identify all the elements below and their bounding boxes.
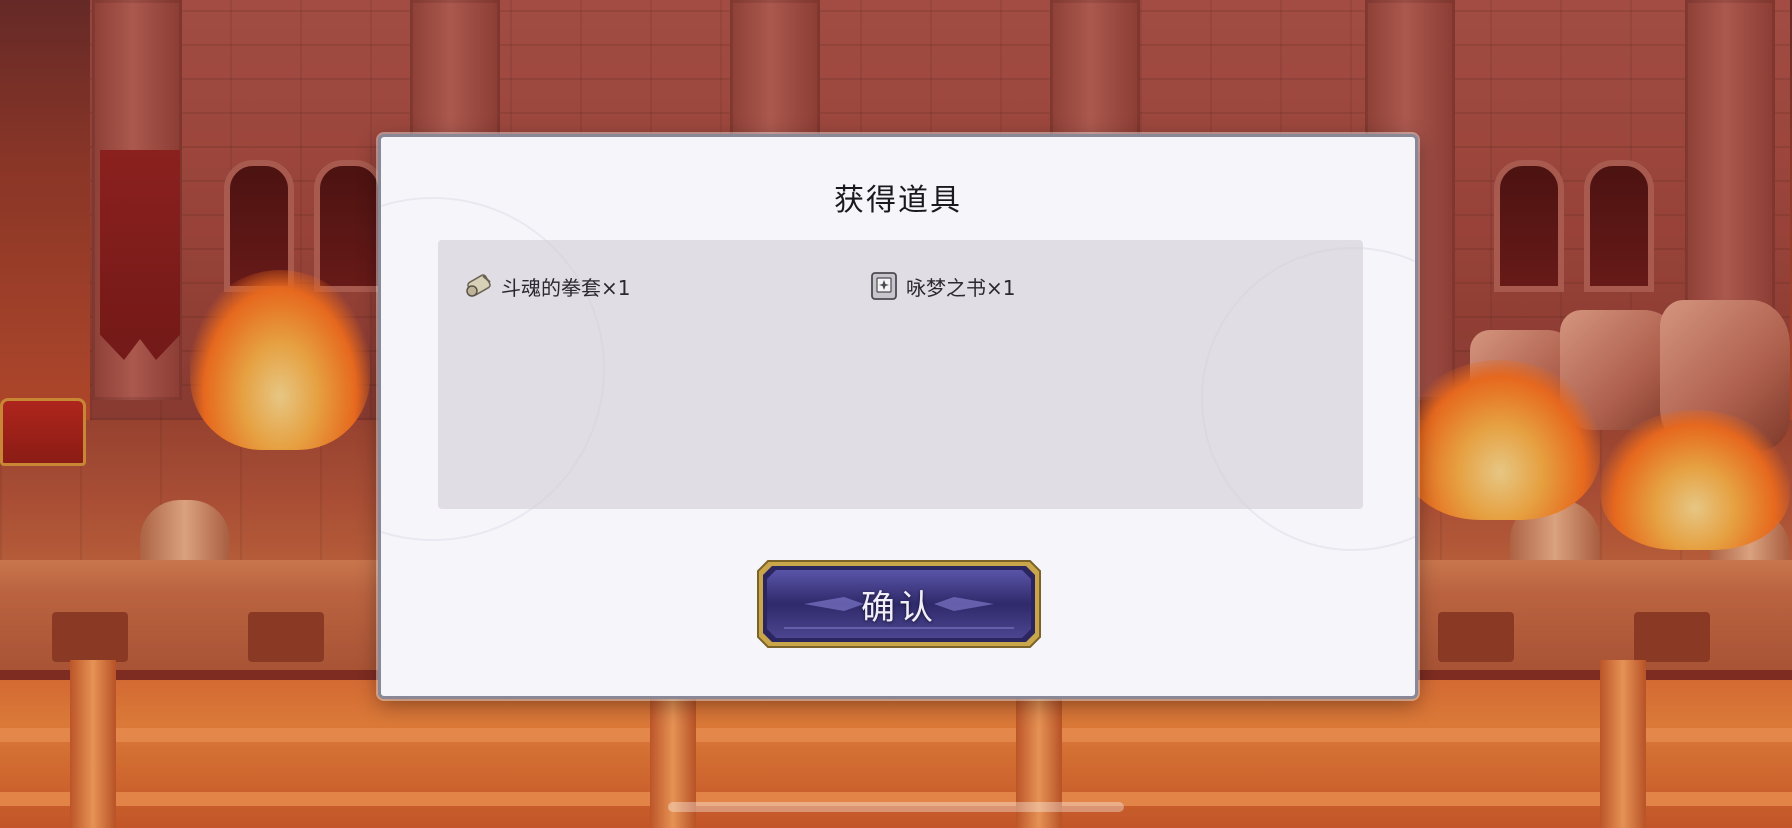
dialog-title: 获得道具 bbox=[834, 183, 962, 218]
item-list-panel: 斗魂的拳套×1 咏梦之书×1 bbox=[438, 240, 1363, 509]
reward-item[interactable]: 咏梦之书×1 bbox=[868, 270, 1015, 302]
reward-item-label: 斗魂的拳套×1 bbox=[501, 275, 631, 300]
reward-item-label: 咏梦之书×1 bbox=[906, 275, 1016, 300]
home-indicator[interactable] bbox=[668, 802, 1124, 812]
confirm-button[interactable]: 确认 bbox=[754, 557, 1044, 651]
gauntlet-scroll-icon bbox=[463, 270, 495, 302]
dream-book-icon bbox=[868, 270, 900, 302]
item-reward-dialog: 获得道具 斗魂的拳套×1 咏梦之书×1 确认 bbox=[378, 134, 1418, 699]
reward-item[interactable]: 斗魂的拳套×1 bbox=[463, 270, 630, 302]
confirm-button-label: 确认 bbox=[861, 587, 937, 628]
